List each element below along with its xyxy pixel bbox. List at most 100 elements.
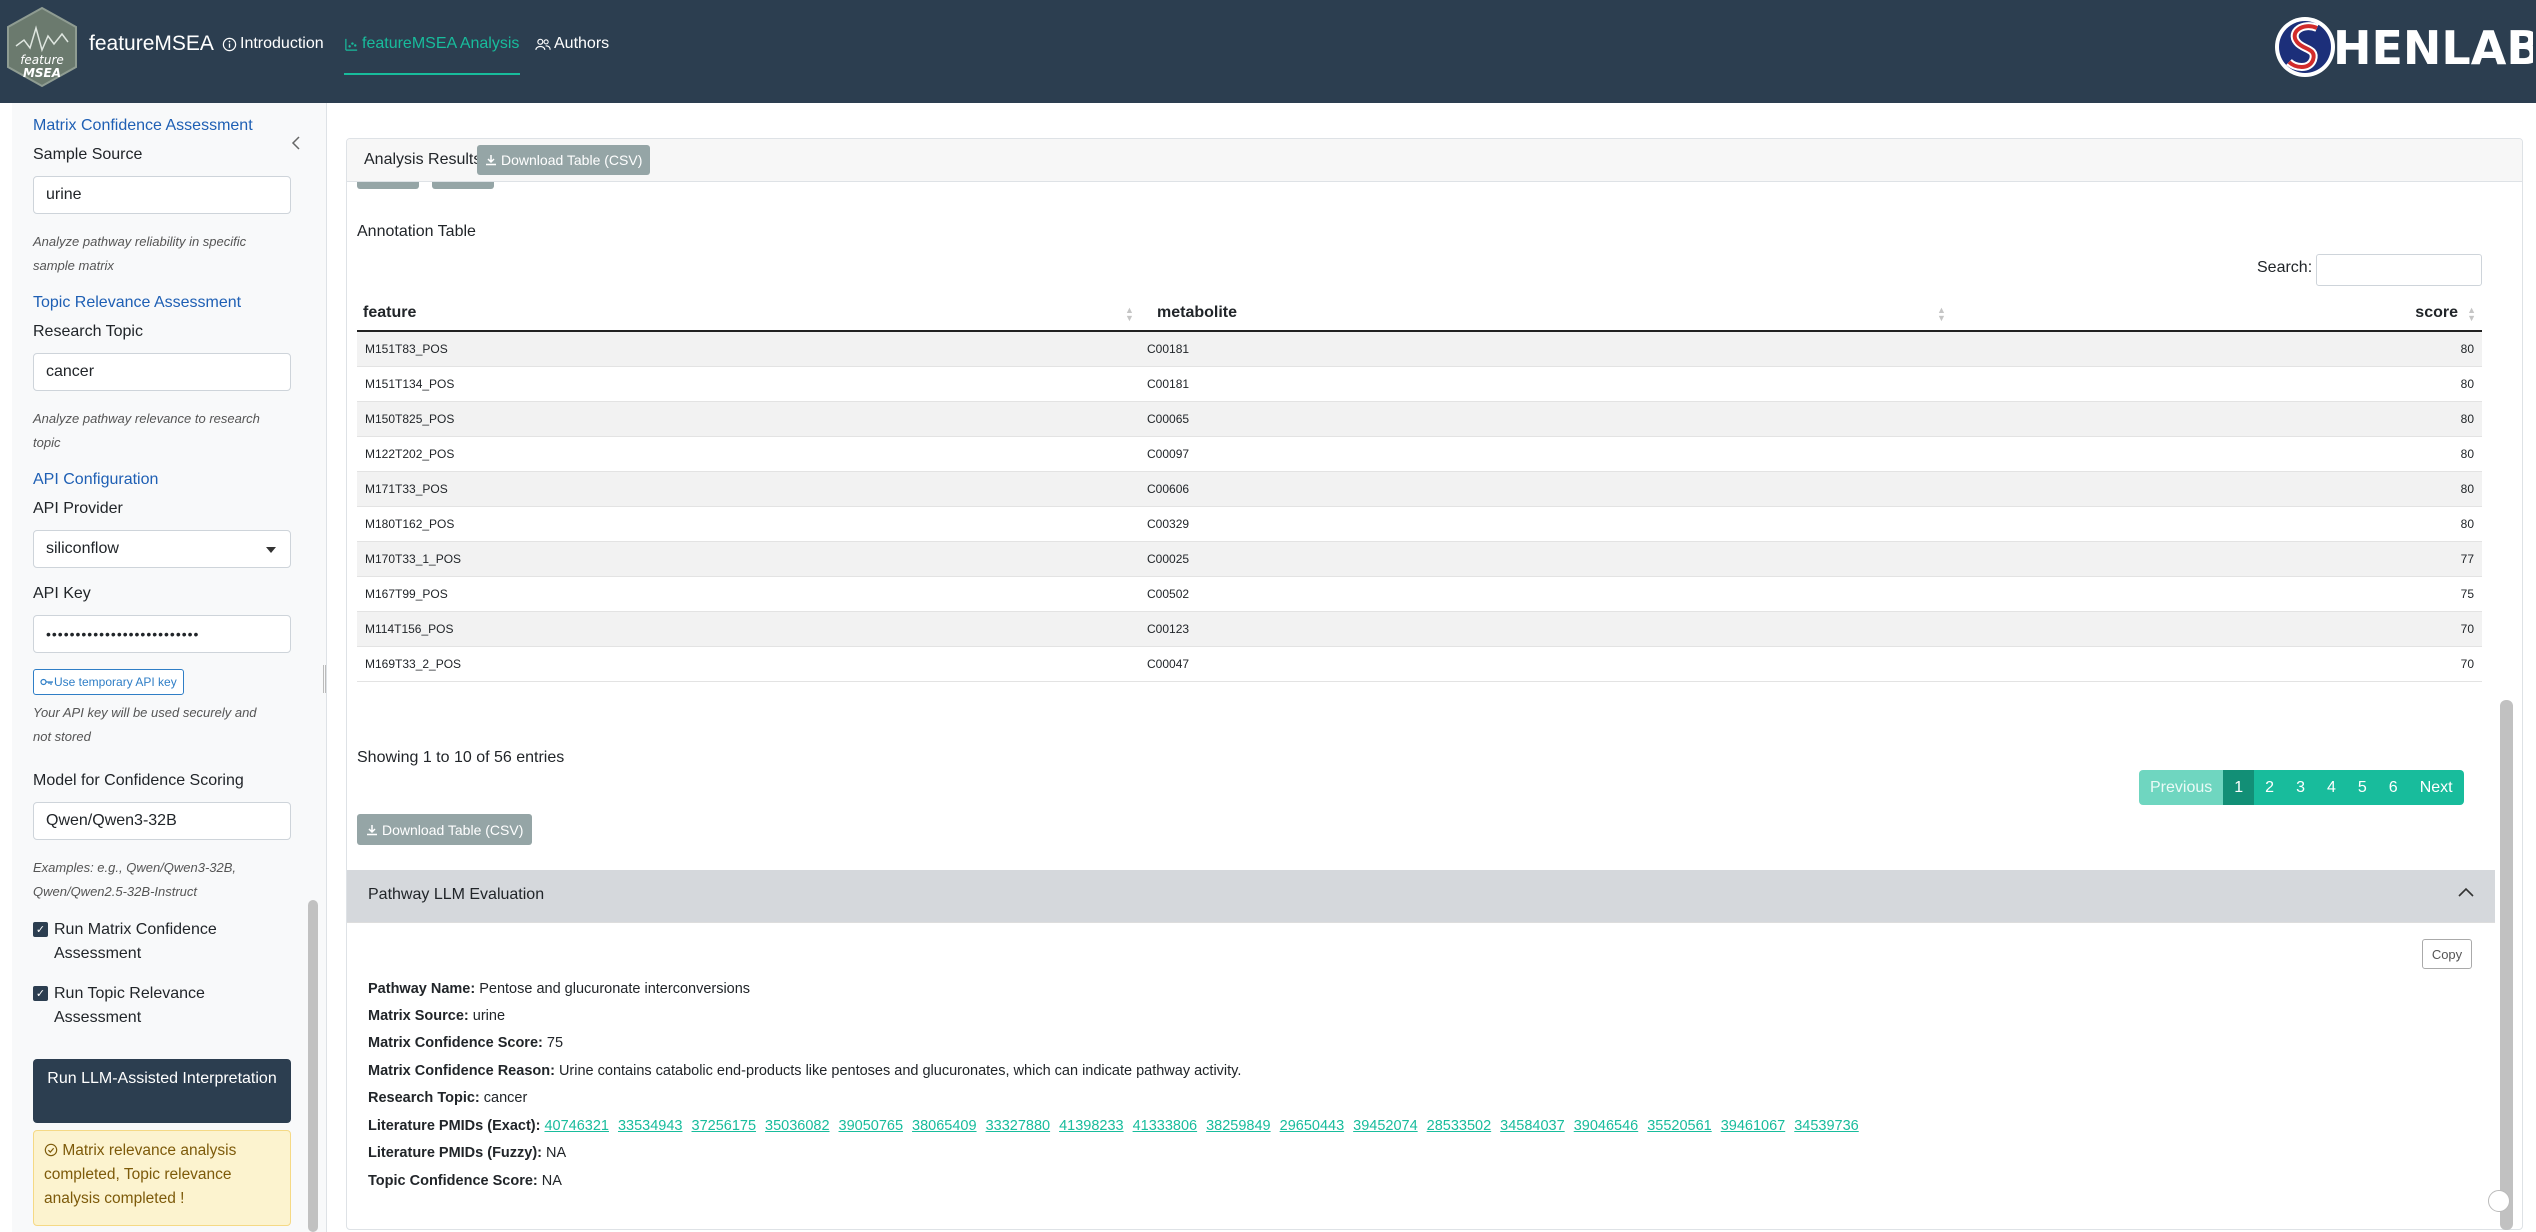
column-header-score[interactable]: score (2415, 304, 2458, 322)
card-header: Analysis Results Download Table (CSV) (347, 139, 2522, 182)
table-row[interactable]: M150T825_POS C00065 80 (357, 402, 2482, 437)
api-provider-select[interactable]: siliconflow (33, 530, 291, 568)
run-llm-button[interactable]: Run LLM-Assisted Interpretation (33, 1059, 291, 1123)
table-row[interactable]: M122T202_POS C00097 80 (357, 437, 2482, 472)
pmid-link[interactable]: 39046546 (1574, 1118, 1639, 1134)
pmid-link[interactable]: 37256175 (692, 1118, 757, 1134)
shenlab-logo[interactable]: HENLAB (2273, 14, 2533, 80)
table-row[interactable]: M169T33_2_POS C00047 70 (357, 647, 2482, 682)
pmids-exact-label: Literature PMIDs (Exact): (368, 1118, 541, 1134)
hidden-button-stub[interactable] (357, 182, 419, 189)
pmid-link[interactable]: 39461067 (1721, 1118, 1786, 1134)
page-button[interactable]: 5 (2346, 770, 2378, 805)
table-row[interactable]: M170T33_1_POS C00025 77 (357, 542, 2482, 577)
main-scrollbar[interactable] (2500, 700, 2513, 1230)
pmid-link[interactable]: 28533502 (1427, 1118, 1492, 1134)
pmid-link[interactable]: 38259849 (1206, 1118, 1271, 1134)
pathway-evaluation-header[interactable]: Pathway LLM Evaluation (347, 870, 2495, 922)
research-topic-help: Analyze pathway relevance to research to… (33, 411, 260, 450)
next-page-button[interactable]: Next (2408, 770, 2464, 805)
copy-button[interactable]: Copy (2422, 939, 2472, 969)
pathway-name-line: Pathway Name: Pentose and glucuronate in… (368, 981, 750, 997)
resize-grip-icon[interactable] (2488, 1190, 2510, 1212)
temporary-api-key-button[interactable]: Use temporary API key (33, 669, 184, 695)
previous-page-button[interactable]: Previous (2139, 770, 2224, 805)
sort-icon[interactable]: ▲ ▼ (1125, 306, 1134, 323)
download-csv-header-button[interactable]: Download Table (CSV) (477, 145, 651, 175)
table-row[interactable]: M151T83_POS C00181 80 (357, 332, 2482, 367)
table-row[interactable]: M114T156_POS C00123 70 (357, 612, 2482, 647)
column-header-feature[interactable]: feature (363, 304, 416, 322)
featuremsea-logo[interactable]: feature MSEA (6, 6, 78, 88)
pmid-link[interactable]: 33327880 (986, 1118, 1051, 1134)
run-llm-label: Run LLM-Assisted Interpretation (47, 1070, 277, 1087)
pmid-link[interactable]: 35520561 (1647, 1118, 1712, 1134)
cell-metabolite: C00329 (1147, 517, 1190, 531)
api-key-input[interactable]: •••••••••••••••••••••••••• (33, 615, 291, 653)
cell-score: 80 (2460, 377, 2474, 391)
run-topic-checkbox-row[interactable]: ✓ Run Topic Relevance Assessment (33, 982, 291, 1030)
cell-feature: M180T162_POS (365, 517, 455, 531)
cell-score: 80 (2460, 412, 2474, 426)
nav-analysis[interactable]: featureMSEA Analysis (344, 35, 519, 53)
table-row[interactable]: M151T134_POS C00181 80 (357, 367, 2482, 402)
pmid-link[interactable]: 34584037 (1500, 1118, 1565, 1134)
sidebar-resize-handle[interactable] (323, 665, 326, 693)
analysis-results-card: Analysis Results Download Table (CSV) An… (346, 138, 2523, 1230)
page-button[interactable]: 2 (2254, 770, 2286, 805)
pmid-link[interactable]: 34539736 (1794, 1118, 1859, 1134)
pmid-link[interactable]: 29650443 (1280, 1118, 1345, 1134)
pmid-link[interactable]: 40746321 (544, 1118, 609, 1134)
sidebar-scrollbar[interactable] (308, 900, 318, 1232)
search-input[interactable] (2316, 254, 2482, 286)
chevron-left-icon[interactable] (290, 135, 302, 151)
research-topic-eval-label: Research Topic: (368, 1090, 480, 1106)
pmid-link[interactable]: 41398233 (1059, 1118, 1124, 1134)
page-button[interactable]: 4 (2315, 770, 2347, 805)
pmid-link[interactable]: 33534943 (618, 1118, 683, 1134)
table-header: feature ▲ ▼ metabolite ▲ ▼ score ▲ ▼ (357, 294, 2482, 332)
page-button[interactable]: 1 (2223, 770, 2255, 805)
research-topic-label: Research Topic (33, 323, 143, 340)
download-csv-button[interactable]: Download Table (CSV) (357, 814, 533, 845)
chevron-up-icon[interactable] (2457, 884, 2475, 902)
model-help: Examples: e.g., Qwen/Qwen3-32B, Qwen/Qwe… (33, 860, 237, 899)
pmid-link[interactable]: 35036082 (765, 1118, 830, 1134)
model-value: Qwen/Qwen3-32B (46, 812, 177, 829)
brand-title[interactable]: featureMSEA (89, 32, 214, 56)
sample-source-value: urine (46, 186, 82, 203)
cell-feature: M114T156_POS (365, 622, 454, 636)
model-input[interactable]: Qwen/Qwen3-32B (33, 802, 291, 840)
sample-source-input[interactable]: urine (33, 176, 291, 214)
pmid-link[interactable]: 39452074 (1353, 1118, 1418, 1134)
cell-score: 70 (2460, 622, 2474, 636)
checkbox-checked-icon[interactable]: ✓ (33, 986, 48, 1001)
cell-metabolite: C00047 (1147, 657, 1190, 671)
pmid-link[interactable]: 39050765 (839, 1118, 904, 1134)
page-button[interactable]: 3 (2285, 770, 2316, 805)
pmid-link[interactable]: 41333806 (1133, 1118, 1198, 1134)
sort-icon[interactable]: ▲ ▼ (1937, 306, 1946, 323)
table-row[interactable]: M180T162_POS C00329 80 (357, 507, 2482, 542)
cell-metabolite: C00065 (1147, 412, 1190, 426)
research-topic-input[interactable]: cancer (33, 353, 291, 391)
sort-icon[interactable]: ▲ ▼ (2467, 306, 2476, 323)
table-row[interactable]: M167T99_POS C00502 75 (357, 577, 2482, 612)
cell-score: 75 (2460, 587, 2474, 601)
matrix-source-label: Matrix Source: (368, 1008, 469, 1024)
nav-introduction[interactable]: Introduction (222, 35, 324, 53)
run-matrix-checkbox-row[interactable]: ✓ Run Matrix Confidence Assessment (33, 918, 291, 966)
cell-score: 70 (2460, 657, 2474, 671)
nav-analysis-label: featureMSEA Analysis (362, 35, 520, 52)
pmid-link[interactable]: 38065409 (912, 1118, 977, 1134)
hidden-button-stub[interactable] (432, 182, 494, 189)
table-row[interactable]: M171T33_POS C00606 80 (357, 472, 2482, 507)
nav-authors[interactable]: Authors (535, 35, 609, 53)
download-csv-label: Download Table (CSV) (382, 821, 524, 838)
download-icon (486, 155, 496, 166)
page-button[interactable]: 6 (2377, 770, 2409, 805)
svg-text:MSEA: MSEA (23, 66, 61, 80)
column-header-metabolite[interactable]: metabolite (1157, 304, 1237, 322)
cell-feature: M122T202_POS (365, 447, 455, 461)
checkbox-checked-icon[interactable]: ✓ (33, 922, 48, 937)
